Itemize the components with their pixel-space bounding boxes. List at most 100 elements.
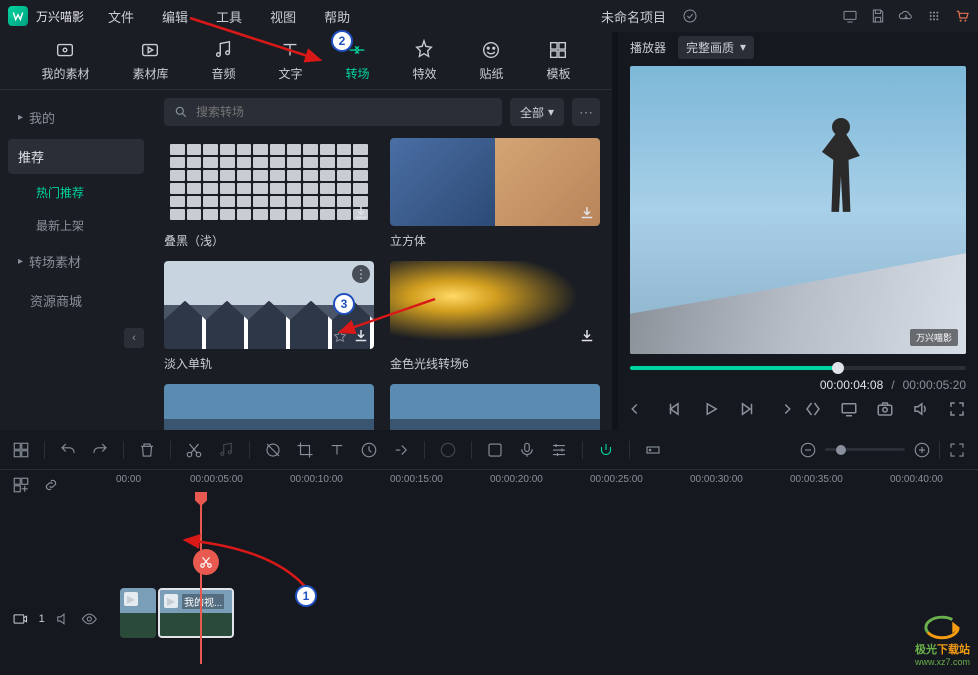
end-button[interactable] bbox=[774, 400, 792, 418]
keyframe-icon[interactable] bbox=[644, 441, 662, 459]
more-button[interactable]: ⋯ bbox=[572, 98, 600, 126]
speed-icon[interactable] bbox=[360, 441, 378, 459]
zoom-in-icon[interactable] bbox=[913, 441, 931, 459]
save-icon[interactable] bbox=[870, 8, 886, 24]
fit-icon[interactable] bbox=[948, 441, 966, 459]
mic-icon[interactable] bbox=[518, 441, 536, 459]
check-icon[interactable] bbox=[682, 8, 698, 24]
skip-icon[interactable] bbox=[392, 441, 410, 459]
chevron-down-icon: ▾ bbox=[548, 105, 554, 119]
watermark: 万兴喵影 bbox=[910, 329, 958, 346]
favorite-icon[interactable] bbox=[332, 329, 348, 345]
download-icon[interactable] bbox=[578, 327, 596, 345]
snapshot-icon[interactable] bbox=[876, 400, 894, 418]
music-icon[interactable] bbox=[217, 441, 235, 459]
layout-icon[interactable] bbox=[12, 441, 30, 459]
mute-icon[interactable] bbox=[55, 610, 72, 628]
sidebar-recommend[interactable]: 推荐 bbox=[8, 139, 144, 174]
time-current: 00:00:04:08 bbox=[820, 378, 883, 392]
sidebar-hot[interactable]: 热门推荐 bbox=[0, 176, 152, 209]
cart-icon[interactable] bbox=[954, 8, 970, 24]
cat-text[interactable]: 文字 bbox=[278, 39, 302, 82]
display-icon[interactable] bbox=[840, 400, 858, 418]
prev-frame-button[interactable] bbox=[666, 400, 684, 418]
menu-edit[interactable]: 编辑 bbox=[162, 7, 188, 26]
cat-stickers[interactable]: 贴纸 bbox=[479, 39, 503, 82]
play-icon: ▸ bbox=[164, 594, 178, 608]
zoom-out-icon[interactable] bbox=[799, 441, 817, 459]
sidebar-latest[interactable]: 最新上架 bbox=[0, 209, 152, 242]
next-frame-button[interactable] bbox=[738, 400, 756, 418]
menu-help[interactable]: 帮助 bbox=[324, 7, 350, 26]
sidebar-store[interactable]: 资源商城 bbox=[0, 281, 152, 320]
app-name: 万兴喵影 bbox=[36, 8, 84, 25]
play-button[interactable] bbox=[702, 400, 720, 418]
track-add-icon[interactable] bbox=[12, 476, 30, 494]
player-preview[interactable]: 万兴喵影 bbox=[630, 66, 966, 354]
marker-icon[interactable] bbox=[264, 441, 282, 459]
asset-card[interactable] bbox=[390, 384, 600, 430]
color-icon[interactable] bbox=[439, 441, 457, 459]
menu-view[interactable]: 视图 bbox=[270, 7, 296, 26]
adjust-icon[interactable] bbox=[550, 441, 568, 459]
delete-icon[interactable] bbox=[138, 441, 156, 459]
cut-icon[interactable] bbox=[185, 441, 203, 459]
timeline-clip-selected[interactable]: ▸我的视... bbox=[158, 588, 234, 638]
download-icon[interactable] bbox=[352, 204, 370, 222]
asset-card[interactable]: 叠黑（浅） bbox=[164, 138, 374, 249]
project-name: 未命名项目 bbox=[601, 7, 666, 26]
asset-label: 淡入单轨 bbox=[164, 355, 374, 372]
track-number: 1 bbox=[39, 613, 45, 625]
crop-icon[interactable] bbox=[296, 441, 314, 459]
sidebar-my[interactable]: 我的 bbox=[0, 98, 152, 137]
cat-templates[interactable]: 模板 bbox=[546, 39, 570, 82]
cat-audio[interactable]: 音频 bbox=[211, 39, 235, 82]
zoom-slider[interactable] bbox=[825, 448, 905, 451]
time-total: 00:00:05:20 bbox=[903, 378, 966, 392]
cat-library[interactable]: 素材库 bbox=[132, 39, 168, 82]
asset-more-icon[interactable]: ⋮ bbox=[352, 265, 370, 283]
cat-transition[interactable]: 转场 bbox=[345, 39, 369, 82]
search-input[interactable] bbox=[196, 105, 492, 119]
undo-icon[interactable] bbox=[59, 441, 77, 459]
link-icon[interactable] bbox=[42, 476, 60, 494]
cat-effects[interactable]: 特效 bbox=[412, 39, 436, 82]
timeline-clip[interactable]: ▸ bbox=[120, 588, 156, 638]
text-tool-icon[interactable] bbox=[328, 441, 346, 459]
cat-my-assets[interactable]: 我的素材 bbox=[41, 39, 89, 82]
playhead[interactable] bbox=[200, 494, 202, 664]
menu-file[interactable]: 文件 bbox=[108, 7, 134, 26]
asset-card[interactable]: ⋮ 淡入单轨 bbox=[164, 261, 374, 372]
filter-select[interactable]: 全部▾ bbox=[510, 98, 564, 126]
quality-select[interactable]: 完整画质▾ bbox=[678, 36, 754, 59]
cloud-icon[interactable] bbox=[898, 8, 914, 24]
download-icon[interactable] bbox=[352, 327, 370, 345]
mask-icon[interactable] bbox=[486, 441, 504, 459]
sidebar-trans-assets[interactable]: 转场素材 bbox=[0, 242, 152, 281]
crop-display-icon[interactable] bbox=[804, 400, 822, 418]
cut-marker[interactable] bbox=[193, 549, 219, 575]
timeline-ruler[interactable]: 00:00 00:00:05:00 00:00:10:00 00:00:15:0… bbox=[110, 470, 978, 494]
player-progress[interactable] bbox=[630, 366, 966, 370]
asset-card[interactable] bbox=[164, 384, 374, 430]
magnet-icon[interactable] bbox=[597, 441, 615, 459]
timeline-tracks[interactable]: ▸ ▸我的视... bbox=[110, 494, 978, 664]
collapse-sidebar-button[interactable]: ‹ bbox=[124, 328, 144, 348]
asset-label: 叠黑（浅） bbox=[164, 232, 374, 249]
redo-icon[interactable] bbox=[91, 441, 109, 459]
menu-tools[interactable]: 工具 bbox=[216, 7, 242, 26]
chevron-down-icon: ▾ bbox=[740, 40, 746, 54]
asset-card[interactable]: 立方体 bbox=[390, 138, 600, 249]
visibility-icon[interactable] bbox=[81, 610, 98, 628]
play-icon: ▸ bbox=[124, 592, 138, 606]
stop-button[interactable] bbox=[630, 400, 648, 418]
asset-card[interactable]: 金色光线转场6 bbox=[390, 261, 600, 372]
download-icon[interactable] bbox=[578, 204, 596, 222]
monitor-icon[interactable] bbox=[842, 8, 858, 24]
search-box[interactable] bbox=[164, 98, 502, 126]
volume-icon[interactable] bbox=[912, 400, 930, 418]
asset-label: 金色光线转场6 bbox=[390, 355, 600, 372]
fullscreen-icon[interactable] bbox=[948, 400, 966, 418]
grid-icon[interactable] bbox=[926, 8, 942, 24]
video-track-icon bbox=[12, 610, 29, 628]
